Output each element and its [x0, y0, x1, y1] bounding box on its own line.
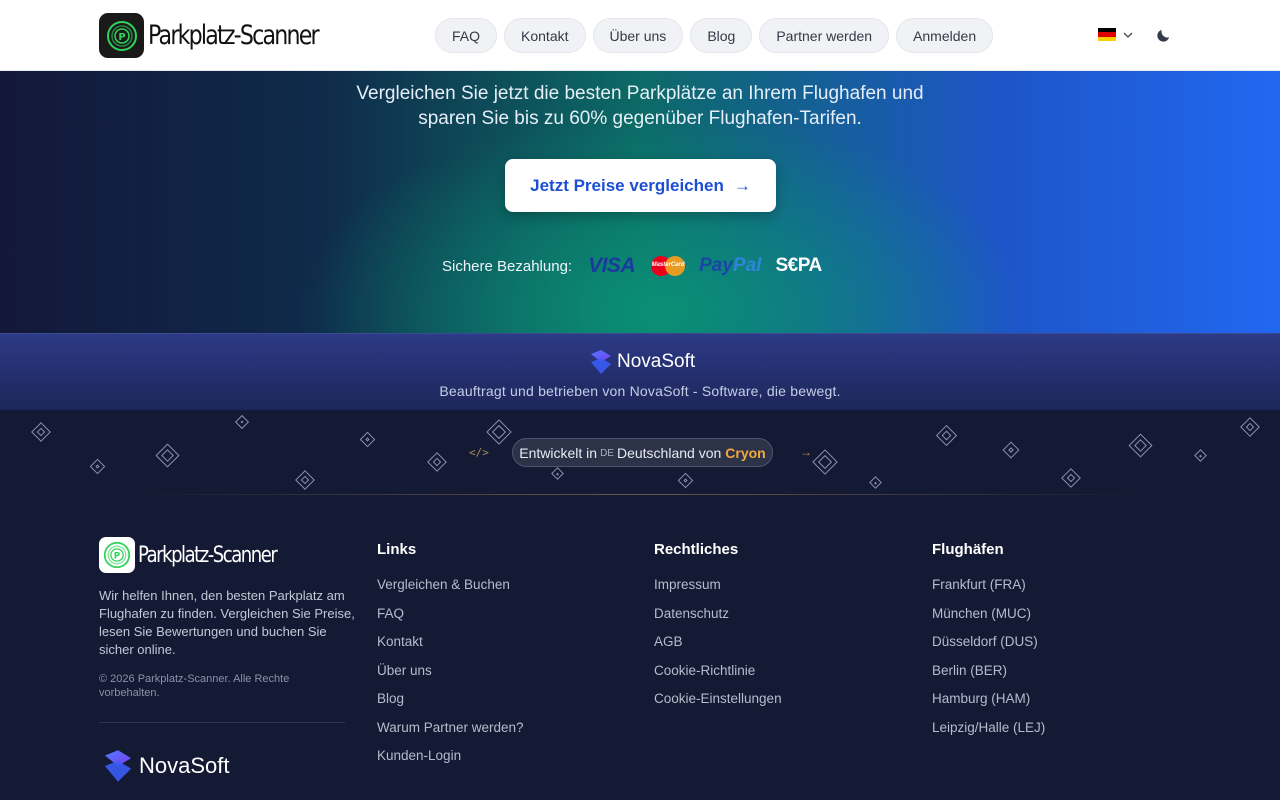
- decorative-diamond: [1002, 441, 1020, 459]
- footer-link[interactable]: München (MUC): [932, 606, 1045, 635]
- nav-kontakt[interactable]: Kontakt: [504, 18, 586, 53]
- compare-prices-button[interactable]: Jetzt Preise vergleichen →: [505, 159, 776, 212]
- chevron-down-icon: [1123, 31, 1133, 38]
- arrow-right-icon: →: [800, 445, 812, 459]
- nav-blog[interactable]: Blog: [690, 18, 753, 53]
- footer-link[interactable]: AGB: [654, 634, 782, 663]
- language-selector[interactable]: [1098, 28, 1134, 41]
- footer-column-links: Links Vergleichen & Buchen FAQ Kontakt Ü…: [377, 541, 524, 777]
- operator-tagline: Beauftragt und betrieben von NovaSoft - …: [439, 383, 841, 399]
- footer-brand-logo[interactable]: P Parkplatz-Scanner: [99, 537, 307, 573]
- footer-link[interactable]: Frankfurt (FRA): [932, 577, 1045, 606]
- brand-logo[interactable]: P Parkplatz-Scanner: [99, 13, 355, 58]
- footer-link[interactable]: Leipzig/Halle (LEJ): [932, 720, 1045, 749]
- footer-link[interactable]: Hamburg (HAM): [932, 691, 1045, 720]
- divider: [99, 722, 345, 723]
- german-flag-icon: [1098, 28, 1116, 41]
- decorative-diamond: [812, 449, 838, 475]
- footer-column-legal: Rechtliches Impressum Datenschutz AGB Co…: [654, 541, 782, 720]
- novasoft-logo-icon: [104, 750, 132, 782]
- svg-text:P: P: [118, 32, 125, 43]
- decorative-diamond: [1194, 449, 1207, 462]
- decorative-diamond: [89, 458, 106, 475]
- mastercard-logo: MasterCard: [651, 255, 686, 277]
- footer-link[interactable]: Cookie-Einstellungen: [654, 691, 782, 720]
- operator-band: NovaSoft Beauftragt und betrieben von No…: [0, 333, 1280, 410]
- novasoft-name: NovaSoft: [617, 351, 696, 372]
- footer-link[interactable]: Über uns: [377, 663, 524, 692]
- decorative-diamond: [486, 419, 512, 445]
- arrow-right-icon: →: [733, 175, 751, 195]
- developer-credit-badge[interactable]: Entwickelt in DE Deutschland von Cryon: [512, 438, 773, 467]
- nav-partner-werden[interactable]: Partner werden: [759, 18, 890, 53]
- footer-link[interactable]: Datenschutz: [654, 606, 782, 635]
- novasoft-name: NovaSoft: [139, 753, 230, 778]
- cta-label: Jetzt Preise vergleichen: [530, 175, 724, 195]
- moon-icon: [1157, 29, 1170, 42]
- footer-link[interactable]: Vergleichen & Buchen: [377, 577, 524, 606]
- novasoft-logo-icon: [591, 350, 611, 374]
- footer-link[interactable]: Impressum: [654, 577, 782, 606]
- decorative-diamond: [427, 452, 447, 472]
- footer-link[interactable]: Berlin (BER): [932, 663, 1045, 692]
- footer-description: Wir helfen Ihnen, den besten Parkplatz a…: [99, 588, 355, 657]
- footer-link[interactable]: Blog: [377, 691, 524, 720]
- decorative-diamond: [359, 431, 376, 448]
- nav-ueber-uns[interactable]: Über uns: [592, 18, 684, 53]
- credit-country: Deutschland von: [616, 444, 722, 461]
- column-title: Rechtliches: [654, 541, 739, 558]
- visa-logo: VISA: [588, 254, 636, 277]
- country-code: DE: [600, 448, 614, 459]
- hero-subtitle: Vergleichen Sie jetzt die besten Parkplä…: [356, 83, 924, 129]
- main-nav: FAQ Kontakt Über uns Blog Partner werden…: [435, 18, 994, 53]
- nav-anmelden[interactable]: Anmelden: [896, 18, 994, 53]
- footer-link[interactable]: Warum Partner werden?: [377, 720, 524, 749]
- svg-text:P: P: [114, 552, 121, 562]
- sepa-logo: S€PA: [775, 255, 822, 276]
- column-title: Links: [377, 541, 417, 558]
- nav-faq[interactable]: FAQ: [435, 18, 498, 53]
- payment-label: Sichere Bezahlung:: [442, 257, 573, 275]
- site-footer: P Parkplatz-Scanner Wir helfen Ihnen, de…: [0, 496, 1280, 800]
- paypal-logo: PayPal: [699, 255, 762, 276]
- payment-methods: Sichere Bezahlung: VISA MasterCard PayPa…: [442, 254, 822, 277]
- decorative-diamond: [677, 472, 694, 489]
- decorative-diamond: [1128, 433, 1153, 458]
- brand-name: Parkplatz-Scanner: [148, 20, 320, 51]
- decorative-diamond: [295, 470, 315, 490]
- divider: [128, 494, 1152, 495]
- decorative-diamond: [869, 476, 882, 489]
- footer-link[interactable]: FAQ: [377, 606, 524, 635]
- developer-name: Cryon: [725, 444, 766, 461]
- novasoft-logo[interactable]: NovaSoft: [588, 348, 695, 376]
- footer-link[interactable]: Cookie-Richtlinie: [654, 663, 782, 692]
- column-title: Flughäfen: [932, 541, 1004, 558]
- footer-link[interactable]: Düsseldorf (DUS): [932, 634, 1045, 663]
- decorative-diamond: [234, 414, 250, 430]
- footer-brand-name: Parkplatz-Scanner: [138, 542, 278, 568]
- footer-link[interactable]: Kontakt: [377, 634, 524, 663]
- parking-logo-icon: P: [99, 13, 144, 58]
- footer-link[interactable]: Kunden-Login: [377, 748, 524, 777]
- footer-column-airports: Flughäfen Frankfurt (FRA) München (MUC) …: [932, 541, 1045, 748]
- dark-mode-toggle[interactable]: [1155, 27, 1172, 49]
- decorative-diamond: [551, 467, 564, 480]
- decorative-diamond: [935, 424, 958, 447]
- footer-novasoft-logo[interactable]: NovaSoft: [101, 747, 230, 785]
- code-icon: </>: [469, 446, 489, 459]
- parking-logo-icon: P: [99, 537, 135, 573]
- decorative-diamond: [31, 422, 51, 442]
- developer-credit-strip: </> Entwickelt in DE Deutschland von Cry…: [0, 410, 1280, 496]
- decorative-diamond: [1240, 417, 1260, 437]
- copyright: © 2026 Parkplatz-Scanner. Alle Rechte vo…: [99, 673, 290, 699]
- decorative-diamond: [1061, 468, 1081, 488]
- decorative-diamond: [155, 443, 180, 468]
- credit-prefix: Entwickelt in: [519, 444, 598, 461]
- hero-section: Vergleichen Sie jetzt die besten Parkplä…: [0, 71, 1280, 333]
- site-header: P Parkplatz-Scanner FAQ Kontakt Über uns…: [0, 0, 1280, 71]
